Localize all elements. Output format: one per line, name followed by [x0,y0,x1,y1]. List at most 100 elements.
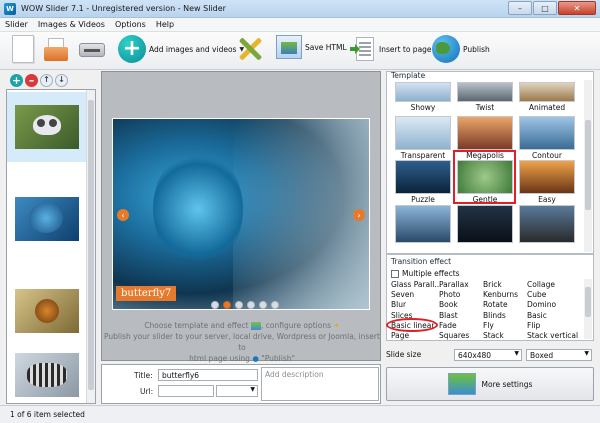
publish-button[interactable]: Publish [432,35,490,63]
chevron-down-icon: ▼ [584,350,589,357]
slide-size-row: Slide size 640x480 ▼ Boxed ▼ [386,348,594,362]
effect-item[interactable]: Photo [439,290,469,300]
effect-item[interactable]: Basic [527,311,578,321]
effect-item[interactable]: Parallax [439,280,469,290]
menu-images-videos[interactable]: Images & Videos [33,20,110,29]
image-list[interactable] [6,89,96,404]
effects-column-1: Glass Parall... Seven Blur Slices Basic … [391,280,441,341]
effect-item[interactable]: Stack vertical [527,331,578,341]
transition-scrollbar[interactable] [584,279,592,339]
next-arrow-icon[interactable]: › [353,209,365,221]
move-down-icon[interactable]: ↓ [55,73,68,87]
template-easy[interactable]: Easy [519,160,575,204]
template-animated[interactable]: Animated [519,82,575,112]
slide-size-label: Slide size [386,350,422,359]
multiple-effects-checkbox[interactable]: Multiple effects [391,269,460,278]
url-target-select[interactable]: ▼ [216,385,258,397]
effect-item[interactable]: Page [391,331,441,341]
effect-item[interactable]: Fly [483,321,518,331]
effect-item[interactable]: Blast [439,311,469,321]
open-button[interactable] [42,35,70,63]
effect-item[interactable]: Kenburns [483,290,518,300]
plus-icon: + [118,35,146,63]
list-item[interactable] [7,92,87,162]
title-bar: W WOW Slider 7.1 - Unregistered version … [0,0,600,18]
template-puzzle[interactable]: Puzzle [395,160,451,204]
template-item[interactable] [457,205,513,243]
list-scrollbar[interactable] [86,90,95,403]
more-settings-button[interactable]: More settings [386,367,594,401]
slide-dot[interactable] [259,301,267,309]
status-text: 1 of 6 item selected [10,410,85,419]
slide-details-form: Title: butterfly6 Url: ▼ Add description [101,364,381,404]
effect-item[interactable]: Glass Parall... [391,280,441,290]
effects-column-3: Brick Kenburns Rotate Blinds Fly Stack [483,280,518,341]
thumbnail [15,289,79,333]
menu-help[interactable]: Help [151,20,179,29]
selected-effect-highlight [386,318,438,332]
new-document-icon [12,35,34,63]
add-images-label: Add images and videos [149,44,237,54]
effect-item[interactable]: Fade [439,321,469,331]
slide-dot[interactable] [211,301,219,309]
template-item[interactable] [395,205,451,243]
slide-dot[interactable] [247,301,255,309]
app-icon: W [4,2,16,15]
slide-dot[interactable] [271,301,279,309]
more-settings-label: More settings [481,379,533,389]
list-item[interactable] [7,184,87,254]
slide-preview[interactable]: ‹ › butterfly7 [112,118,370,310]
add-item-icon[interactable]: + [10,73,23,87]
remove-item-icon[interactable]: – [25,73,38,87]
effect-item[interactable]: Seven [391,290,441,300]
template-twist[interactable]: Twist [457,82,513,112]
close-button[interactable]: ✕ [558,1,596,15]
layout-mode-select[interactable]: Boxed ▼ [526,349,592,361]
insert-page-icon [350,35,376,63]
effect-item[interactable]: Blinds [483,311,518,321]
effect-item[interactable]: Collage [527,280,578,290]
move-up-icon[interactable]: ↑ [40,73,53,87]
window-title: WOW Slider 7.1 - Unregistered version - … [21,4,226,13]
url-input[interactable] [158,385,214,397]
menu-slider[interactable]: Slider [0,20,33,29]
open-folder-icon [42,35,70,63]
slide-dot[interactable] [235,301,243,309]
options-button[interactable] [236,35,264,63]
slide-size-select[interactable]: 640x480 ▼ [454,349,522,361]
save-button[interactable] [78,35,106,61]
template-scrollbar[interactable] [584,80,592,252]
settings-panel: Template Showy Twist Animated Transparen… [386,71,594,404]
insert-to-page-button[interactable]: Insert to page [350,35,432,63]
menu-options[interactable]: Options [110,20,151,29]
thumbnail [15,197,79,241]
list-item[interactable] [7,276,87,346]
slide-dot[interactable] [223,301,231,309]
template-group-title: Template [391,71,426,80]
add-images-button[interactable]: + Add images and videos ▼ [118,35,244,63]
effect-item[interactable]: Blur [391,300,441,310]
template-showy[interactable]: Showy [395,82,451,112]
new-slider-button[interactable] [12,35,34,63]
template-group: Template Showy Twist Animated Transparen… [386,71,594,254]
effect-item[interactable]: Cube [527,290,578,300]
effect-item[interactable]: Domino [527,300,578,310]
list-item[interactable] [7,340,87,403]
checkbox-box[interactable] [391,269,399,278]
template-contour[interactable]: Contour [519,116,575,160]
maximize-button[interactable]: □ [533,1,557,15]
effect-item[interactable]: Rotate [483,300,518,310]
effect-item[interactable]: Brick [483,280,518,290]
title-input[interactable]: butterfly6 [158,369,258,381]
effect-item[interactable]: Flip [527,321,578,331]
slide-dots [211,301,279,309]
effect-item[interactable]: Stack [483,331,518,341]
effect-item[interactable]: Squares [439,331,469,341]
template-item[interactable] [519,205,575,243]
minimize-button[interactable]: – [508,1,532,15]
effect-item[interactable]: Book [439,300,469,310]
prev-arrow-icon[interactable]: ‹ [117,209,129,221]
template-transparent[interactable]: Transparent [395,116,451,160]
description-field[interactable]: Add description [261,367,379,401]
save-html-button[interactable]: Save HTML [276,35,347,59]
